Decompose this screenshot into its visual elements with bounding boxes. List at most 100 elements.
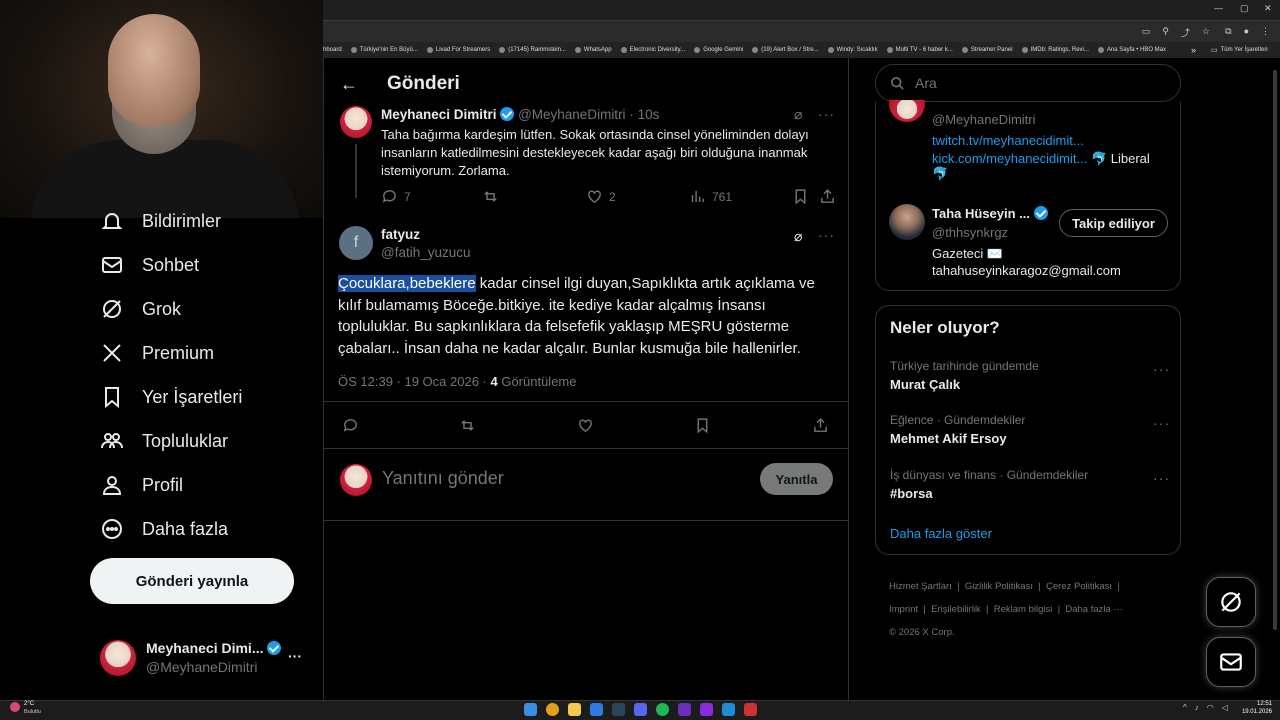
nav-item-daha-fazla[interactable]: Daha fazla [100,507,228,551]
footer-link[interactable]: Imprint [889,604,918,615]
retweet-button[interactable] [482,188,499,205]
profile-handle[interactable]: @MeyhaneDimitri [932,112,1036,127]
avatar[interactable]: f [339,226,373,260]
spotify-icon[interactable] [656,703,669,716]
wifi-icon[interactable]: ◠ [1207,703,1214,712]
share-button[interactable] [819,188,836,205]
bookmark-button[interactable] [792,188,809,205]
tweet-more-icon[interactable]: ··· [818,227,835,243]
steam-icon[interactable] [612,703,625,716]
follow-handle[interactable]: @thhsynkrgz [932,225,1008,240]
all-bookmarks-link[interactable]: ▭ Tüm Yer İşaretleri [1211,46,1268,54]
tweet-time[interactable]: · 10s [629,107,659,122]
footer-more-link[interactable]: Daha fazla ··· [1065,604,1123,615]
bookmark-item[interactable]: Windy: Sıcaklık [827,47,878,53]
trend-more-icon[interactable]: ··· [1153,470,1170,486]
app-icon[interactable] [700,703,713,716]
nav-item-grok[interactable]: Grok [100,287,181,331]
show-more-link[interactable]: Daha fazla göster [890,526,992,541]
weather-temp[interactable]: 2°C [24,701,34,707]
follow-name[interactable]: Taha Hüseyin ... [932,206,1030,221]
footer-link[interactable]: Erişilebilirlik [931,604,981,615]
file-explorer-icon[interactable] [568,703,581,716]
grok-icon[interactable]: ⌀ [794,106,802,123]
retweet-button[interactable] [459,417,476,434]
author-handle[interactable]: @fatih_yuzucu [381,245,471,260]
like-button[interactable] [577,417,594,434]
windows-start-icon[interactable] [524,703,537,716]
bookmark-item[interactable]: IMDb: Ratings, Revi... [1021,47,1089,53]
scrollbar[interactable] [1273,70,1277,630]
post-button[interactable]: Gönderi yayınla [90,558,294,604]
menu-icon[interactable]: ⋮ [1261,26,1270,37]
bookmark-item[interactable]: (19) Alert Box / Stre... [752,47,819,53]
nav-item-premium[interactable]: Premium [100,331,214,375]
bookmark-item[interactable]: Google Gemini [694,47,743,53]
footer-link[interactable]: Çerez Politikası [1046,581,1112,592]
nav-item-topluluklar[interactable]: Topluluklar [100,419,228,463]
author-name[interactable]: Meyhaneci Dimitri [381,107,497,122]
avatar[interactable] [340,106,372,138]
address-bar[interactable]: ▭ ⚲ ⤴ ☆ ⧉ ● ⋮ [323,20,1280,42]
app-icon[interactable] [678,703,691,716]
trend-item[interactable]: İş dünyası ve finans · Gündemdekiler #bo… [890,468,1170,501]
bookmarks-overflow-icon[interactable]: » [1191,45,1196,55]
author-handle[interactable]: @MeyhaneDimitri [518,107,625,122]
following-button[interactable]: Takip ediliyor [1059,209,1168,237]
chrome-icon[interactable] [546,703,559,716]
app-icon[interactable] [722,703,735,716]
tweet-more-icon[interactable]: ··· [818,106,835,122]
cast-icon[interactable]: ▭ [1142,26,1151,39]
reply-button[interactable]: 7 [381,188,411,205]
views-button[interactable]: 761 [689,188,732,205]
bookmark-item[interactable]: Ana Sayfa • HBO Max [1097,47,1166,53]
account-switcher[interactable]: Meyhaneci Dimi... @MeyhaneDimitri ··· [100,638,330,678]
trend-more-icon[interactable]: ··· [1153,415,1170,431]
account-more-icon[interactable]: ··· [288,648,302,664]
nav-item-profil[interactable]: Profil [100,463,183,507]
grok-fab[interactable] [1206,577,1256,627]
bookmark-item[interactable]: Streamer Panel [961,47,1013,53]
author-name[interactable]: fatyuz [381,227,420,242]
maximize-icon[interactable]: ▢ [1240,3,1249,14]
app-icon[interactable] [590,703,603,716]
chevron-up-icon[interactable]: ^ [1183,703,1187,712]
share-icon[interactable]: ⤴ [1181,26,1190,39]
minimize-icon[interactable]: — [1214,3,1223,13]
grok-icon[interactable]: ⌀ [794,228,802,245]
trend-more-icon[interactable]: ··· [1153,361,1170,377]
messages-fab[interactable] [1206,637,1256,687]
nav-item-bildirimler[interactable]: Bildirimler [100,199,221,243]
bookmark-item[interactable]: Electronic Diversity... [620,47,685,53]
extensions-icon[interactable]: ⧉ [1225,26,1231,37]
footer-link[interactable]: Gizlilik Politikası [965,581,1033,592]
star-icon[interactable]: ☆ [1202,26,1210,39]
close-icon[interactable]: ✕ [1264,3,1272,14]
tweet-timestamp[interactable]: ÖS 12:39 · 19 Oca 2026 · [338,374,490,389]
avatar[interactable] [889,204,925,240]
reply-button[interactable] [342,417,359,434]
footer-link[interactable]: Hizmet Şartları [889,581,952,592]
bookmark-item[interactable]: Multi TV - 6 haber k... [886,47,953,53]
clock-time[interactable]: 12:51 [1248,701,1272,707]
like-button[interactable]: 2 [586,188,616,205]
selected-text[interactable]: Çocuklara,bebeklere [338,275,476,292]
search-input[interactable]: Ara [875,64,1181,102]
trend-item[interactable]: Türkiye tarihinde gündemde Murat Çalık ·… [890,359,1170,392]
footer-link[interactable]: Reklam bilgisi [994,604,1053,615]
app-icon[interactable] [744,703,757,716]
share-button[interactable] [812,417,829,434]
nav-item-sohbet[interactable]: Sohbet [100,243,199,287]
bookmark-item[interactable]: hboard [323,47,342,53]
discord-icon[interactable] [634,703,647,716]
profile-icon[interactable]: ● [1244,26,1249,37]
nav-item-yer-isaretleri[interactable]: Yer İşaretleri [100,375,242,419]
bookmark-item[interactable]: Livad For Streamers [426,47,490,53]
mic-icon[interactable]: ♪ [1195,703,1199,712]
zoom-icon[interactable]: ⚲ [1162,26,1169,39]
bookmark-item[interactable]: WhatsApp [574,47,612,53]
profile-link-kick[interactable]: kick.com/meyhanecidimit... [932,151,1087,166]
reply-input[interactable]: Yanıtını gönder [382,468,504,489]
reply-submit-button[interactable]: Yanıtla [760,463,833,495]
bookmark-item[interactable]: Türkiye'nin En Büyü... [350,47,418,53]
